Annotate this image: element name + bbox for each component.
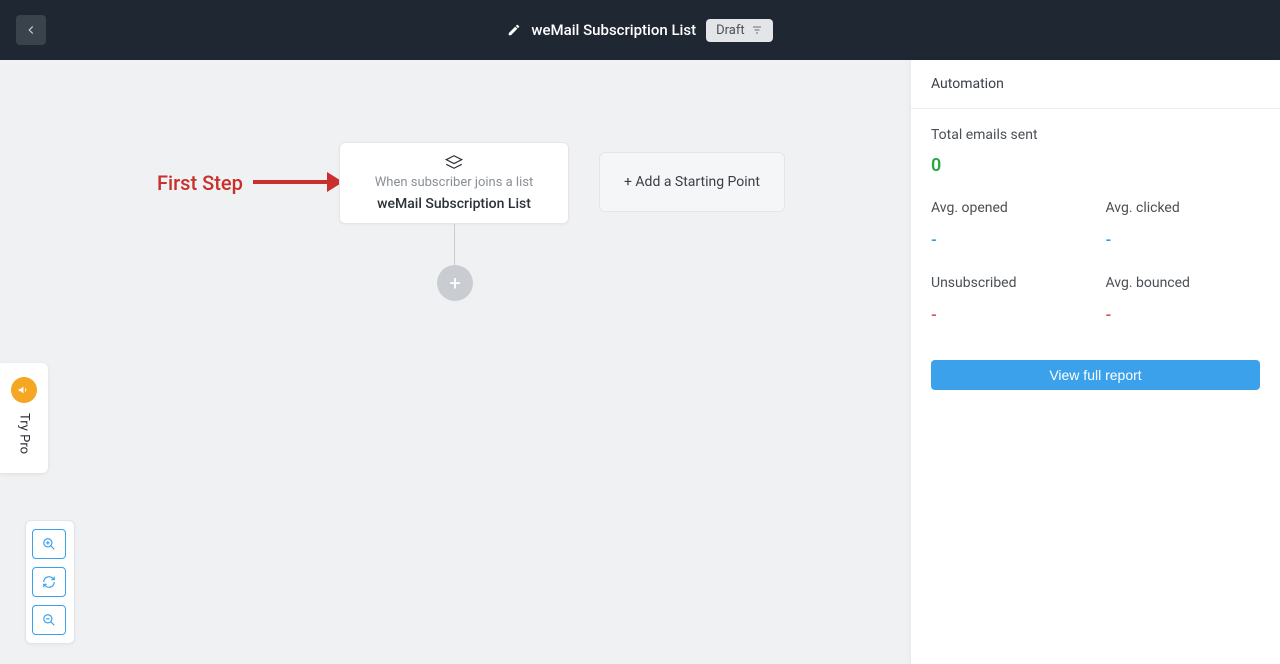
try-pro-label: Try Pro (17, 413, 32, 454)
plus-icon: + (449, 271, 460, 295)
refresh-icon (42, 575, 56, 589)
add-step-button[interactable]: + (437, 265, 473, 301)
status-chip[interactable]: Draft (706, 19, 773, 42)
pencil-icon[interactable] (507, 23, 521, 37)
arrow-left-icon (24, 23, 38, 37)
zoom-out-button[interactable] (32, 605, 66, 635)
try-pro-tab[interactable]: Try Pro (0, 363, 48, 473)
unsubscribed-value: - (931, 305, 1086, 324)
total-emails-label: Total emails sent (931, 127, 1260, 143)
megaphone-icon (11, 377, 37, 403)
zoom-in-button[interactable] (32, 529, 66, 559)
back-button[interactable] (16, 15, 46, 45)
avg-bounced-value: - (1106, 305, 1261, 324)
avg-opened-label: Avg. opened (931, 200, 1086, 216)
sidebar-panel: Automation Total emails sent 0 Avg. open… (910, 60, 1280, 664)
status-label: Draft (716, 23, 745, 38)
avg-bounced-label: Avg. bounced (1106, 275, 1261, 291)
title-wrap: weMail Subscription List Draft (507, 19, 772, 42)
start-node-card[interactable]: When subscriber joins a list weMail Subs… (339, 142, 569, 224)
sidebar-body: Total emails sent 0 Avg. opened - Avg. c… (911, 109, 1280, 408)
avg-clicked-value: - (1106, 230, 1261, 249)
zoom-panel (25, 520, 75, 644)
view-full-report-button[interactable]: View full report (931, 360, 1260, 390)
header-bar: weMail Subscription List Draft (0, 0, 1280, 60)
add-starting-point-button[interactable]: + Add a Starting Point (599, 152, 785, 212)
add-starting-point-label: + Add a Starting Point (624, 174, 760, 190)
avg-clicked-label: Avg. clicked (1106, 200, 1261, 216)
connector-line (454, 224, 455, 268)
zoom-in-icon (42, 537, 56, 551)
view-report-label: View full report (1049, 367, 1141, 383)
layers-icon (444, 155, 464, 169)
sidebar-heading: Automation (911, 60, 1280, 109)
node-subtitle: When subscriber joins a list (375, 175, 533, 190)
total-emails-value: 0 (931, 155, 1260, 176)
zoom-reset-button[interactable] (32, 567, 66, 597)
filter-icon (751, 24, 763, 36)
canvas-area: First Step When subscriber joins a list … (0, 60, 1280, 664)
zoom-out-icon (42, 613, 56, 627)
unsubscribed-label: Unsubscribed (931, 275, 1086, 291)
annotation-first-step: First Step (157, 171, 243, 195)
avg-opened-value: - (931, 230, 1086, 249)
node-title: weMail Subscription List (377, 196, 531, 212)
annotation-arrow-icon (251, 168, 343, 196)
automation-title[interactable]: weMail Subscription List (531, 21, 696, 39)
